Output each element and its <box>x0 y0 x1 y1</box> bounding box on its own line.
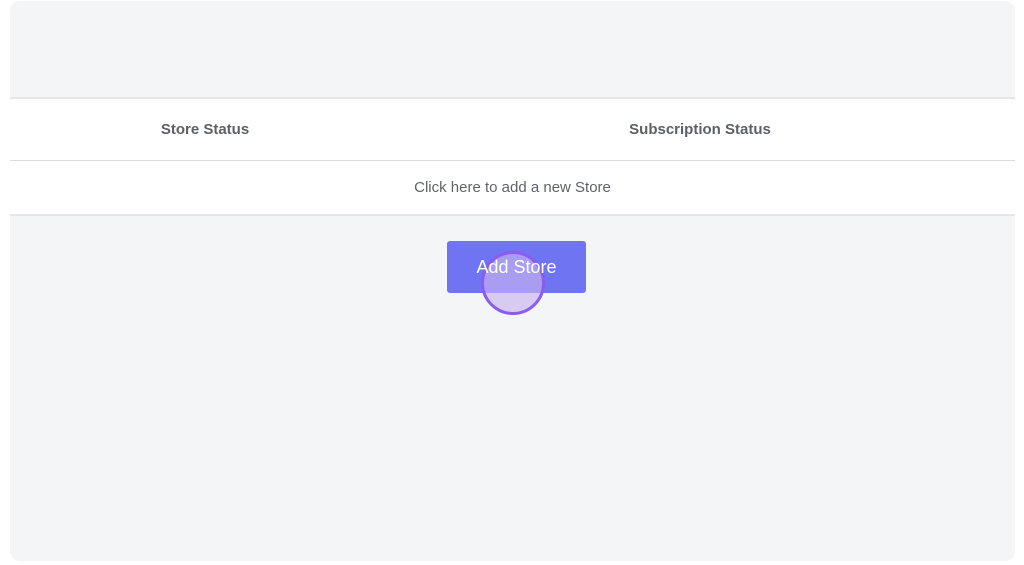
add-store-button[interactable]: Add Store <box>447 241 586 293</box>
table-header: Store Status Subscription Status <box>10 99 1015 161</box>
stores-table: Store Status Subscription Status Click h… <box>10 97 1015 216</box>
column-header-store-status[interactable]: Store Status <box>10 121 400 138</box>
empty-state-row[interactable]: Click here to add a new Store <box>10 161 1015 214</box>
add-store-button-label: Add Store <box>476 256 557 277</box>
stores-panel: Store Status Subscription Status Click h… <box>10 1 1015 561</box>
column-header-subscription-status[interactable]: Subscription Status <box>400 121 1000 138</box>
